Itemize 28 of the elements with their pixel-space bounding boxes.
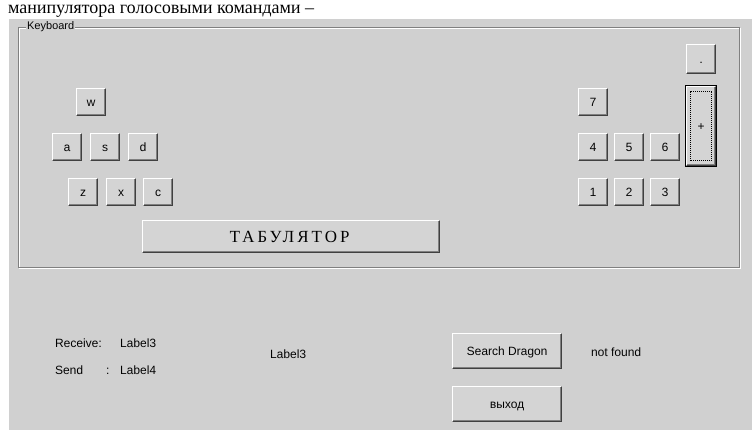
tab-key-button[interactable]: ТАБУЛЯТОР [142,220,440,253]
numpad-key-button[interactable]: 4 [578,133,608,161]
key-button[interactable]: w [76,88,106,116]
numpad-key-button[interactable]: + [686,86,716,166]
key-button[interactable]: c [143,178,173,206]
receive-label: Receive: [55,336,102,350]
numpad-key-button[interactable]: 1 [578,178,608,206]
receive-value: Label3 [120,336,156,350]
key-button[interactable]: a [52,133,82,161]
search-result-label: not found [591,345,642,359]
numpad-key-button[interactable]: 6 [650,133,680,161]
numpad-key-button[interactable]: 3 [650,178,680,206]
send-label: Send [55,363,84,377]
key-button[interactable]: d [128,133,158,161]
numpad-key-button[interactable]: 5 [614,133,644,161]
key-button[interactable]: z [68,178,98,206]
search-button[interactable]: Search Dragon [452,333,562,369]
exit-button[interactable]: выход [452,386,562,422]
group-title: Keyboard [26,19,76,33]
document-text: манипулятора голосовыми командами – [8,0,314,17]
status-label: Label3 [270,347,306,361]
numpad-key-button[interactable]: 2 [614,178,644,206]
send-colon: : [106,363,110,377]
numpad-key-button[interactable]: 7 [578,88,608,116]
numpad-key-button[interactable]: . [686,44,716,74]
key-button[interactable]: x [106,178,136,206]
key-button[interactable]: s [90,133,120,161]
send-value: Label4 [120,363,156,377]
